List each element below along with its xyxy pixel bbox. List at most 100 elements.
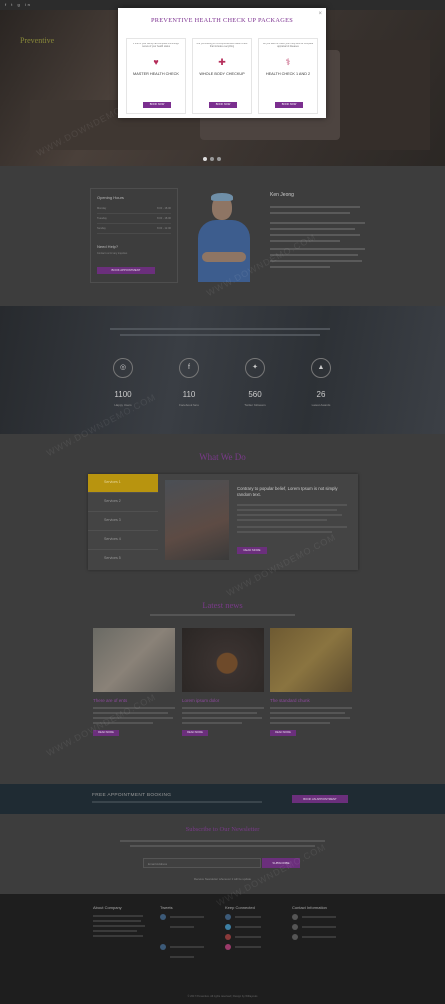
hours-row: Tuesday 8.00 - 18.00 [97, 214, 171, 224]
hours-row: Monday 8.00 - 18.00 [97, 204, 171, 214]
footer-tweets: Tweets [160, 905, 204, 960]
stat-awards: ▲ 26 Latest Awards [291, 358, 351, 407]
google-plus-icon[interactable] [225, 934, 231, 940]
twitter-icon[interactable] [225, 924, 231, 930]
package-card: Are you looking for a comprehensive heal… [192, 38, 252, 114]
facebook-icon: f [179, 358, 199, 378]
news-title[interactable]: Lorem ipsum dolor [182, 698, 264, 703]
read-more-button[interactable]: READ MORE [237, 547, 267, 554]
footer: About Company Tweets Keep Connected Cont… [0, 894, 445, 1004]
book-appointment-button[interactable]: BOOK APPOINTMENT [97, 267, 155, 274]
doctor-icon: ⚕ [285, 57, 291, 67]
stats-section: ◎ 1100 Happy Users f 110 Facebook fans ✦… [0, 306, 445, 434]
latest-news-section: Latest news There are of ents READ MORE … [0, 594, 445, 784]
stat-number: 26 [316, 390, 326, 399]
package-desc: If one of your family had complete a tho… [132, 43, 180, 48]
appointment-banner: FREE APPOINTMENT BOOKING BOOK AN APPOINT… [0, 784, 445, 814]
news-image [93, 628, 175, 692]
doctor-name: Ken Jeong [270, 192, 294, 198]
stat-users: ◎ 1100 Happy Users [93, 358, 153, 407]
news-title[interactable]: There are of ents [93, 698, 175, 703]
doctor-bio: Ken Jeong [270, 192, 370, 268]
hours-row: Sunday 8.00 - 12.00 [97, 224, 171, 234]
stat-label: Latest Awards [311, 403, 331, 407]
service-tab[interactable]: Services 3 [88, 512, 158, 531]
stat-twitter: ✦ 560 Twitter followers [225, 358, 285, 407]
read-more-button[interactable]: READ MORE [93, 730, 119, 736]
news-image [182, 628, 264, 692]
stat-label: Happy Users [114, 403, 132, 407]
stats-intro [110, 328, 330, 340]
section-title: Latest news [202, 600, 243, 610]
modal-title: PREVENTIVE HEALTH CHECK UP PACKAGES [150, 17, 294, 24]
slider-dot[interactable] [203, 157, 207, 161]
service-image [165, 480, 229, 560]
twitter-icon [160, 944, 166, 950]
help-text: Contact us for any inquiries [97, 252, 128, 255]
package-name: HEALTH CHECK 1 AND 2 [265, 72, 311, 76]
phone-icon [292, 924, 298, 930]
packages-modal: × PREVENTIVE HEALTH CHECK UP PACKAGES If… [118, 8, 326, 118]
package-card: If one of your family had complete a tho… [126, 38, 186, 114]
subscribe-button[interactable]: SUBSCRIBE [262, 858, 300, 868]
book-appointment-button[interactable]: BOOK AN APPOINTMENT [292, 795, 348, 803]
opening-hours-box: Opening Hours Monday 8.00 - 18.00 Tuesday… [90, 188, 178, 283]
package-desc: Are you looking for a comprehensive heal… [196, 43, 248, 48]
stat-facebook: f 110 Facebook fans [159, 358, 219, 407]
twitter-icon: ✦ [245, 358, 265, 378]
section-title: What We Do [199, 452, 246, 462]
news-title[interactable]: The standard chunk [270, 698, 352, 703]
service-tab[interactable]: Services 2 [88, 493, 158, 512]
footer-connected: Keep Connected [225, 905, 261, 950]
slider-dot[interactable] [210, 157, 214, 161]
slider-dot[interactable] [217, 157, 221, 161]
footer-heading: Keep Connected [225, 905, 255, 910]
award-icon: ▲ [311, 358, 331, 378]
package-card: Do you want to check your body and fat c… [258, 38, 318, 114]
stat-number: 1100 [114, 390, 132, 399]
book-now-button[interactable]: BOOK NOW [143, 102, 171, 108]
stat-label: Facebook fans [179, 403, 199, 407]
about-section: Opening Hours Monday 8.00 - 18.00 Tuesday… [0, 166, 445, 306]
footer-heading: Tweets [160, 905, 173, 910]
read-more-button[interactable]: READ MORE [182, 730, 208, 736]
section-subtitle [150, 614, 295, 616]
newsletter-note: Receive Newsletter whenever it will be u… [193, 877, 252, 881]
help-title: Need Help? [97, 244, 119, 249]
social-icons[interactable]: f t g in [5, 2, 32, 7]
footer-heading: Contact Information [292, 905, 327, 910]
appointment-subtitle [92, 801, 262, 803]
stat-label: Twitter followers [244, 403, 266, 407]
book-now-button[interactable]: BOOK NOW [209, 102, 237, 108]
service-tab[interactable]: Services 5 [88, 550, 158, 569]
footer-heading: About Company [93, 905, 122, 910]
location-icon [292, 914, 298, 920]
package-name: WHOLE BODY CHECKUP [199, 72, 245, 76]
stat-number: 110 [182, 390, 196, 399]
twitter-icon [160, 914, 166, 920]
services-box: Services 1 Services 2 Services 3 Service… [88, 474, 358, 570]
service-text [237, 504, 347, 536]
hours-title: Opening Hours [97, 195, 124, 200]
slider-dots [203, 157, 221, 161]
medkit-icon: ✚ [218, 57, 226, 67]
footer-contact: Contact Information [292, 905, 336, 940]
news-image [270, 628, 352, 692]
users-icon: ◎ [113, 358, 133, 378]
book-now-button[interactable]: BOOK NOW [275, 102, 303, 108]
facebook-icon[interactable] [225, 914, 231, 920]
service-heading: Contrary to popular belief, Lorem Ipsum … [237, 486, 338, 498]
doctor-image [196, 190, 254, 282]
footer-about: About Company [93, 905, 145, 940]
email-input[interactable]: Email Address [143, 858, 261, 868]
heart-icon: ♥ [153, 57, 159, 67]
package-desc: Do you want to check your body and fat c… [262, 43, 314, 48]
newsletter-section: Subscribe to Our Newsletter Email Addres… [0, 814, 445, 894]
read-more-button[interactable]: READ MORE [270, 730, 296, 736]
service-tab[interactable]: Services 1 [88, 474, 158, 493]
close-icon[interactable]: × [318, 11, 322, 17]
service-tab[interactable]: Services 4 [88, 531, 158, 550]
what-we-do-section: What We Do Services 1 Services 2 Service… [0, 434, 445, 594]
dribbble-icon[interactable] [225, 944, 231, 950]
hero-brand: Preventive [20, 36, 55, 45]
